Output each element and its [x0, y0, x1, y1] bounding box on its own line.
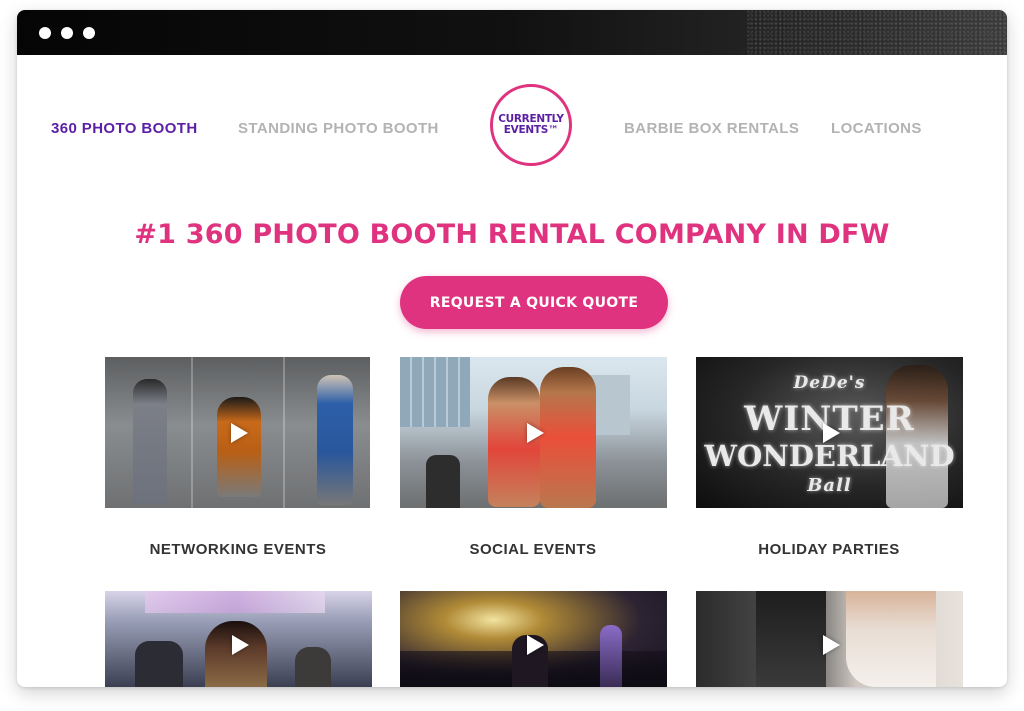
caption-holiday-parties: HOLIDAY PARTIES [758, 541, 900, 558]
photographer-silhouette [426, 455, 460, 508]
building-windows [400, 357, 470, 427]
play-icon[interactable] [231, 635, 249, 655]
video-thumbnail-6[interactable] [696, 591, 963, 687]
caption-social-events: SOCIAL EVENTS [469, 541, 597, 558]
person-silhouette [317, 375, 353, 505]
nav-link-360-photo-booth[interactable]: 360 PHOTO BOOTH [51, 120, 198, 137]
currently-events-logo[interactable]: CURRENTLY EVENTS™ [490, 84, 572, 166]
overlay-text-dedes: DeDe's [793, 373, 866, 393]
window-titlebar [17, 10, 1007, 55]
overlay-text-ball: Ball [807, 475, 852, 496]
play-icon[interactable] [822, 635, 840, 655]
logo-line-2: EVENTS™ [503, 124, 559, 136]
play-icon[interactable] [526, 422, 544, 443]
nav-link-barbie-box-rentals[interactable]: BARBIE BOX RENTALS [624, 120, 799, 137]
window-control-dot-icon[interactable] [61, 27, 73, 39]
play-icon[interactable] [822, 422, 840, 443]
video-thumbnail-social[interactable] [400, 357, 667, 508]
person-silhouette [295, 647, 331, 687]
window-control-dot-icon[interactable] [39, 27, 51, 39]
panel-divider [283, 357, 285, 508]
window-control-dot-icon[interactable] [83, 27, 95, 39]
person-silhouette [600, 625, 622, 687]
page-headline: #1 360 PHOTO BOOTH RENTAL COMPANY IN DFW [134, 219, 890, 250]
ceiling-lights [145, 591, 325, 613]
panel-divider [191, 357, 193, 508]
person-silhouette [135, 641, 183, 687]
groom-suit [756, 591, 826, 687]
nav-link-standing-photo-booth[interactable]: STANDING PHOTO BOOTH [238, 120, 439, 137]
request-quote-button[interactable]: REQUEST A QUICK QUOTE [400, 276, 668, 329]
video-thumbnail-networking[interactable] [105, 357, 370, 508]
bride-dress [846, 591, 936, 687]
browser-window: 360 PHOTO BOOTH STANDING PHOTO BOOTH CUR… [17, 10, 1007, 687]
caption-networking-events: NETWORKING EVENTS [149, 541, 327, 558]
video-thumbnail-5[interactable] [400, 591, 667, 687]
overlay-text-wonderland: WONDERLAND [704, 439, 955, 473]
person-silhouette [133, 379, 167, 504]
video-thumbnail-4[interactable] [105, 591, 372, 687]
person-silhouette [217, 397, 261, 497]
building [590, 375, 630, 435]
play-icon[interactable] [230, 422, 248, 443]
nav-link-locations[interactable]: LOCATIONS [831, 120, 922, 137]
play-icon[interactable] [526, 635, 544, 655]
person-silhouette [540, 367, 596, 508]
video-thumbnail-holiday[interactable]: DeDe's WINTER WONDERLAND Ball [696, 357, 963, 508]
